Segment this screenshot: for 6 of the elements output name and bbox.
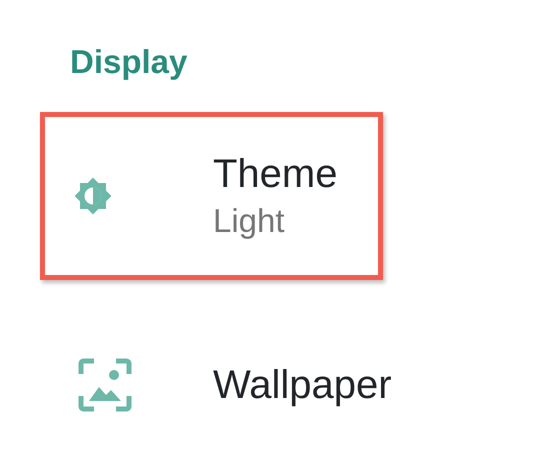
highlighted-setting-item[interactable]: Theme Light (40, 112, 383, 280)
image-icon (78, 358, 132, 412)
setting-summary: Light (213, 201, 286, 241)
setting-title: Theme (213, 151, 338, 198)
section-header: Display (70, 42, 188, 82)
setting-title: Wallpaper (213, 362, 392, 409)
